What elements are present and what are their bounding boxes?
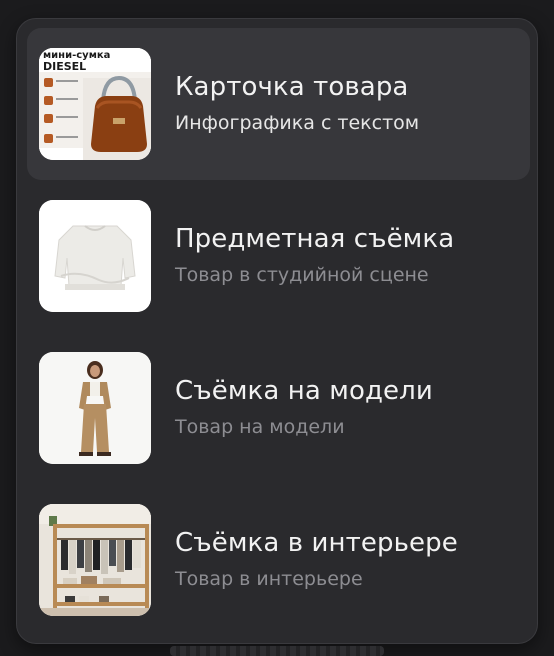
menu-item-subtitle: Товар в студийной сцене [175, 264, 429, 286]
menu-item-title: Съёмка в интерьере [175, 528, 458, 558]
model-shoot-thumbnail [39, 352, 151, 464]
product-card-thumbnail: мини-сумка DIESEL [39, 48, 151, 160]
bottom-edge-element [170, 646, 384, 656]
generation-type-menu: мини-сумка DIESEL Карточка товара Инфогр… [16, 18, 538, 644]
menu-item-product-card[interactable]: мини-сумка DIESEL Карточка товара Инфогр… [27, 28, 530, 180]
product-card-infographic-thumbnail-icon: мини-сумка DIESEL [39, 48, 151, 160]
menu-item-studio-shoot[interactable]: Предметная съёмка Товар в студийной сцен… [27, 180, 530, 332]
menu-item-title: Предметная съёмка [175, 224, 455, 254]
studio-shoot-thumbnail [39, 200, 151, 312]
menu-item-interior-shoot[interactable]: Съёмка в интерьере Товар в интерьере [27, 484, 530, 636]
menu-item-model-shoot[interactable]: Съёмка на модели Товар на модели [27, 332, 530, 484]
menu-item-subtitle: Товар в интерьере [175, 568, 363, 590]
menu-item-subtitle: Инфографика с текстом [175, 112, 420, 134]
interior-wardrobe-thumbnail-icon [39, 504, 151, 616]
menu-item-title: Съёмка на модели [175, 376, 433, 406]
svg-text:DIESEL: DIESEL [43, 60, 86, 73]
model-photo-thumbnail-icon [39, 352, 151, 464]
menu-item-title: Карточка товара [175, 72, 409, 102]
interior-shoot-thumbnail [39, 504, 151, 616]
studio-sweater-thumbnail-icon [39, 200, 151, 312]
menu-item-subtitle: Товар на модели [175, 416, 345, 438]
